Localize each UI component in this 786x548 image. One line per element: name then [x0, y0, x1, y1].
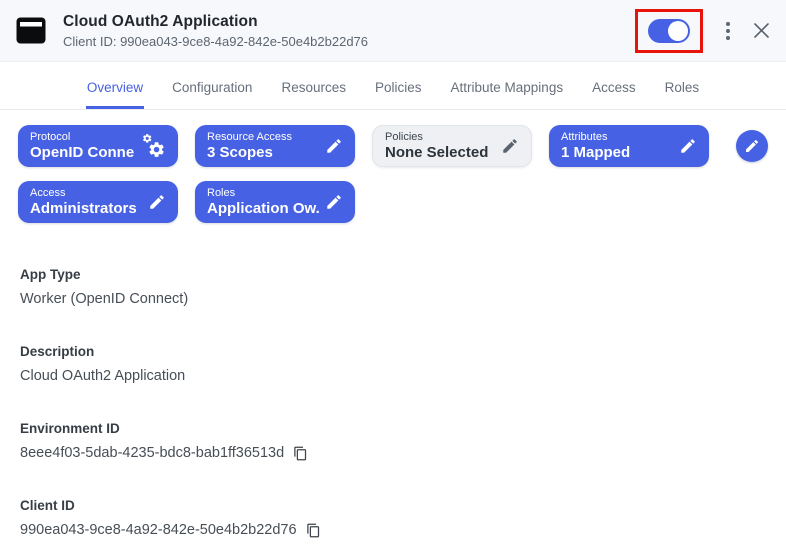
annotation-highlight-box — [635, 9, 703, 53]
pencil-icon — [319, 193, 343, 211]
chip-attributes[interactable]: Attributes 1 Mapped — [549, 125, 709, 167]
field-label: Client ID — [20, 498, 766, 513]
chip-protocol[interactable]: Protocol OpenID Connect — [18, 125, 178, 167]
chip-text: Roles Application Ow... — [207, 187, 319, 218]
kebab-menu-icon[interactable] — [722, 20, 734, 42]
close-icon[interactable] — [753, 22, 770, 39]
chip-resource-access[interactable]: Resource Access 3 Scopes — [195, 125, 355, 167]
tab-bar: Overview Configuration Resources Policie… — [0, 62, 786, 110]
pencil-icon — [142, 193, 166, 211]
client-id-subtitle: Client ID: 990ea043-9ce8-4a92-842e-50e4b… — [63, 34, 368, 49]
field-value: 8eee4f03-5dab-4235-bdc8-bab1ff36513d — [20, 445, 766, 461]
detail-section-client-id: Client ID 990ea043-9ce8-4a92-842e-50e4b2… — [20, 498, 766, 538]
chip-text: Protocol OpenID Connect — [30, 131, 134, 162]
detail-section-app-type: App Type Worker (OpenID Connect) — [20, 267, 766, 307]
application-enabled-toggle[interactable] — [648, 19, 690, 43]
field-label: App Type — [20, 267, 766, 282]
pencil-icon — [319, 137, 343, 155]
pencil-icon — [673, 137, 697, 155]
field-label: Description — [20, 344, 766, 359]
tab-resources[interactable]: Resources — [280, 76, 347, 109]
tab-overview[interactable]: Overview — [86, 76, 144, 109]
copy-environment-id-button[interactable] — [293, 446, 308, 461]
copy-icon — [293, 446, 308, 461]
chip-text: Access Administrators — [30, 187, 137, 218]
toggle-knob — [668, 21, 688, 41]
tab-policies[interactable]: Policies — [374, 76, 423, 109]
application-detail-panel: Cloud OAuth2 Application Client ID: 990e… — [0, 0, 786, 548]
chip-text: Attributes 1 Mapped — [561, 131, 630, 162]
pencil-icon — [495, 137, 519, 155]
quick-edit-chips: Protocol OpenID Connect Resource Access … — [0, 110, 786, 223]
field-value: Cloud OAuth2 Application — [20, 368, 766, 384]
tab-access[interactable]: Access — [591, 76, 637, 109]
panel-header: Cloud OAuth2 Application Client ID: 990e… — [0, 0, 786, 62]
tab-roles[interactable]: Roles — [664, 76, 701, 109]
copy-client-id-button[interactable] — [306, 523, 321, 538]
tab-attribute-mappings[interactable]: Attribute Mappings — [450, 76, 565, 109]
application-icon — [16, 17, 46, 44]
pencil-icon — [744, 138, 760, 154]
chip-text: Policies None Selected — [385, 131, 488, 162]
chip-policies[interactable]: Policies None Selected — [372, 125, 532, 167]
field-label: Environment ID — [20, 421, 766, 436]
detail-section-description: Description Cloud OAuth2 Application — [20, 344, 766, 384]
overview-details: App Type Worker (OpenID Connect) Descrip… — [0, 223, 786, 538]
copy-icon — [306, 523, 321, 538]
page-title: Cloud OAuth2 Application — [63, 13, 368, 31]
header-actions — [635, 9, 770, 53]
chip-access[interactable]: Access Administrators — [18, 181, 178, 223]
field-value: Worker (OpenID Connect) — [20, 291, 766, 307]
chip-roles[interactable]: Roles Application Ow... — [195, 181, 355, 223]
chip-text: Resource Access 3 Scopes — [207, 131, 292, 162]
title-block: Cloud OAuth2 Application Client ID: 990e… — [63, 13, 368, 49]
detail-section-environment-id: Environment ID 8eee4f03-5dab-4235-bdc8-b… — [20, 421, 766, 461]
gears-icon — [134, 133, 166, 159]
tab-configuration[interactable]: Configuration — [171, 76, 253, 109]
edit-application-button[interactable] — [736, 130, 768, 162]
field-value: 990ea043-9ce8-4a92-842e-50e4b2b22d76 — [20, 522, 766, 538]
